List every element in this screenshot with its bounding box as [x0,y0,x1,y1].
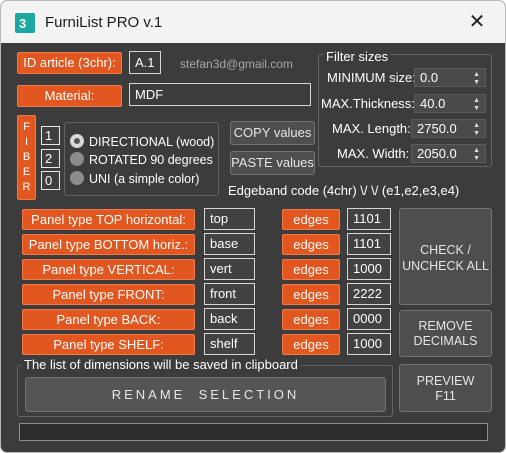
spinner-arrows-icon[interactable]: ▲ ▼ [473,71,480,87]
panel-front-edges-input[interactable]: 2222 [347,283,391,305]
preview-button[interactable]: PREVIEW F11 [399,364,492,412]
panel-back-name-input[interactable]: back [204,308,255,330]
panel-back-edges-input[interactable]: 0000 [347,308,391,330]
material-input[interactable]: MDF [129,83,311,106]
id-article-label: ID article (3chr): [17,52,122,74]
radio-directional[interactable] [70,134,84,148]
fiber-letter: I [24,136,29,148]
remove-decimals-button[interactable]: REMOVE DECIMALS [399,310,492,357]
fiber-letter: F [23,121,30,133]
panel-front-label: Panel type FRONT: [22,284,195,305]
panel-shelf-edges-input[interactable]: 1000 [347,333,391,355]
rename-selection-button[interactable]: RENAME SELECTION [25,377,386,412]
panel-top-name-input[interactable]: top [204,208,255,230]
max-width-spinner[interactable]: 2050.0 ▲ ▼ [411,144,486,163]
remove-decimals-line1: REMOVE [418,319,473,333]
panel-shelf-name-input[interactable]: shelf [204,333,255,355]
radio-rotated[interactable] [70,152,84,166]
preview-line1: PREVIEW [416,374,475,388]
panel-back-label: Panel type BACK: [22,309,195,330]
panel-bottom-edges-label: edges [282,234,340,255]
email-text: stefan3d@gmail.com [180,57,293,71]
panel-vertical-label: Panel type VERTICAL: [22,259,195,280]
max-width-label: MAX. Width: [337,146,410,161]
clipboard-note: The list of dimensions will be saved in … [21,357,301,372]
panel-vertical-name-input[interactable]: vert [204,258,255,280]
fiber-letter: E [22,166,31,178]
panel-top-label: Panel type TOP horizontal: [22,209,195,230]
radio-rotated-label: ROTATED 90 degrees [89,153,213,167]
paste-values-button[interactable]: PASTE values [230,151,315,175]
3ds-max-app-icon: 3 [15,13,35,33]
max-thickness-spinner[interactable]: 40.0 ▲ ▼ [414,94,486,113]
panel-front-name-input[interactable]: front [204,283,255,305]
panel-vertical-edges-label: edges [282,259,340,280]
panel-top-edges-input[interactable]: 1101 [347,208,391,230]
fiber-num-2[interactable]: 2 [41,149,60,168]
radio-directional-label: DIRECTIONAL (wood) [89,135,215,149]
fiber-num-0[interactable]: 0 [41,171,60,190]
panel-shelf-label: Panel type SHELF: [22,334,195,355]
radio-uni[interactable] [70,171,84,185]
filter-sizes-title: Filter sizes [324,49,391,64]
id-article-input[interactable]: A.1 [129,51,161,74]
close-icon[interactable]: ✕ [464,10,490,34]
max-thickness-label: MAX.Thickness: [321,96,415,111]
fiber-letter: B [22,151,31,163]
max-thickness-value: 40.0 [420,96,446,111]
panel-back-edges-label: edges [282,309,340,330]
spinner-arrows-icon[interactable]: ▲ ▼ [473,122,480,138]
copy-values-button[interactable]: COPY values [230,121,315,145]
panel-bottom-edges-input[interactable]: 1101 [347,233,391,255]
panel-shelf-edges-label: edges [282,334,340,355]
max-length-value: 2750.0 [417,121,457,136]
panel-bottom-name-input[interactable]: base [204,233,255,255]
fiber-vertical-label: F I B E R [17,115,36,200]
panel-vertical-edges-input[interactable]: 1000 [347,258,391,280]
fiber-num-1[interactable]: 1 [41,126,60,145]
edgeband-code-label: Edgeband code (4chr) \/ \/ (e1,e2,e3,e4) [228,183,460,198]
check-uncheck-all-button[interactable]: CHECK / UNCHECK ALL [399,208,492,305]
fiber-letter: R [22,181,31,193]
progress-bar [19,423,488,441]
spinner-arrows-icon[interactable]: ▲ ▼ [473,97,480,113]
remove-decimals-line2: DECIMALS [413,334,478,348]
window-title: FurniList PRO v.1 [45,14,163,31]
preview-line2: F11 [435,389,456,403]
material-label: Material: [17,85,122,107]
title-bar: 3 FurniList PRO v.1 ✕ [1,1,505,43]
max-length-spinner[interactable]: 2750.0 ▲ ▼ [411,119,486,138]
check-uncheck-line2: UNCHECK ALL [402,259,489,273]
max-width-value: 2050.0 [417,146,457,161]
min-size-value: 0.0 [420,70,439,85]
check-uncheck-line1: CHECK / [420,243,471,257]
radio-uni-label: UNI (a simple color) [89,172,200,186]
max-length-label: MAX. Length: [332,121,411,136]
min-size-label: MINIMUM size: [327,70,416,85]
furnilist-window: 3 FurniList PRO v.1 ✕ ID article (3chr):… [0,0,506,453]
panel-front-edges-label: edges [282,284,340,305]
panel-top-edges-label: edges [282,209,340,230]
spinner-arrows-icon[interactable]: ▲ ▼ [473,147,480,163]
svg-text:3: 3 [19,16,26,31]
panel-bottom-label: Panel type BOTTOM horiz.: [22,234,195,255]
min-size-spinner[interactable]: 0.0 ▲ ▼ [414,68,486,87]
